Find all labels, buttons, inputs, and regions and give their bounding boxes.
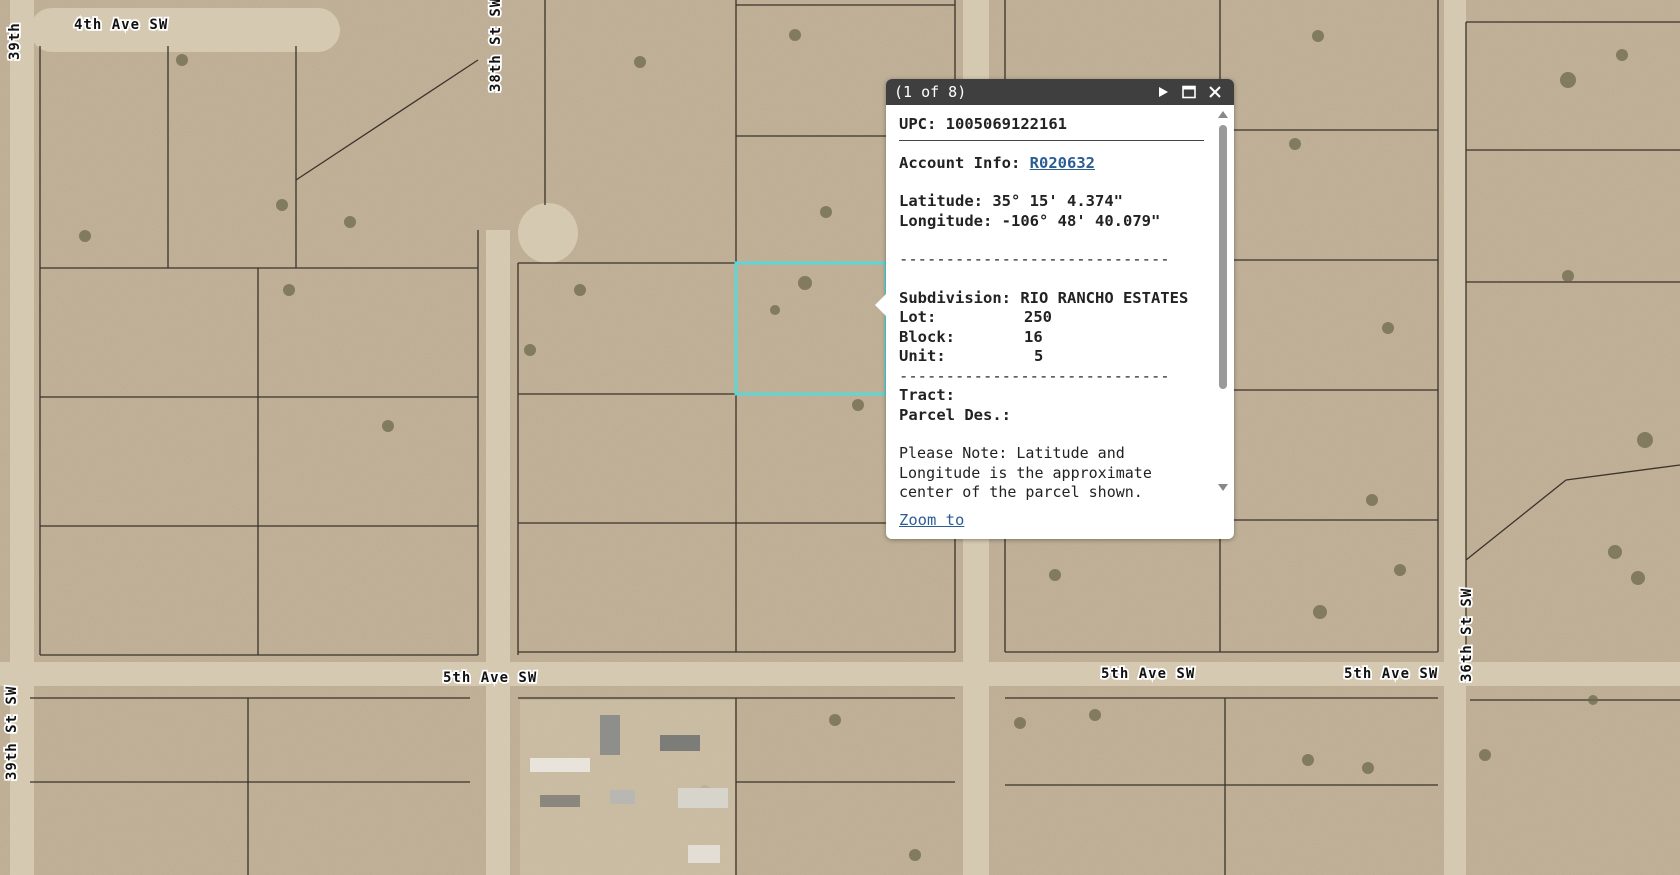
scrollbar-thumb[interactable] [1219,125,1227,389]
maximize-button[interactable] [1178,81,1200,103]
upc-label: UPC: [899,115,937,133]
coordinates-note: Please Note: Latitude and Longitude is t… [899,444,1152,501]
block-value: 16 [1024,327,1043,346]
subdivision-row: Subdivision: RIO RANCHO ESTATES [899,289,1204,309]
scroll-up-arrow-icon[interactable] [1218,111,1228,118]
upc-row: UPC: 1005069122161 [899,115,1204,135]
longitude-label: Longitude: [899,211,993,230]
next-feature-button[interactable] [1152,81,1174,103]
close-icon [1209,86,1221,98]
latitude-label: Latitude: [899,192,983,210]
parcel-des-label: Parcel Des.: [899,405,1011,424]
block-row: Block: 16 [899,328,1204,348]
latitude-value: 35° 15' 4.374" [992,192,1123,210]
popup-content: UPC: 1005069122161 Account Info: R020632… [899,115,1204,503]
tract-label: Tract: [899,386,955,404]
39th-st-top-label: 39th [7,22,23,60]
lot-label: Lot: [899,308,937,326]
divider-line [899,139,1204,141]
zoom-to-link[interactable]: Zoom to [899,511,964,529]
separator-2: ----------------------------- [899,366,1170,385]
account-link[interactable]: R020632 [1030,154,1095,172]
5th-ave-sw-label-2: 5th Ave SW [1101,666,1195,682]
aerial-map[interactable]: 4th Ave SW 38th St SW 39th 39th St SW 5t… [0,0,1680,875]
4th-ave-sw-label: 4th Ave SW [74,17,168,33]
terrain-texture [0,0,1680,875]
subdivision-value: RIO RANCHO ESTATES [1020,288,1189,307]
lot-row: Lot: 250 [899,308,1204,328]
5th-ave-sw-label-3: 5th Ave SW [1344,666,1438,682]
5th-ave-sw-label-1: 5th Ave SW [443,670,537,686]
subdivision-label: Subdivision: [899,288,1011,307]
separator-1: ----------------------------- [899,250,1170,268]
parcel-info-popup: (1 of 8) UPC: 1005069122161 Account Info… [875,79,1234,539]
popup-pointer [875,294,886,316]
39th-st-bottom-label: 39th St SW [4,686,20,780]
popup-body[interactable]: UPC: 1005069122161 Account Info: R020632… [886,105,1234,505]
popup-scrollbar[interactable] [1218,111,1228,491]
38th-st-label: 38th St SW [488,0,504,92]
maximize-icon [1182,85,1196,99]
popup-header: (1 of 8) [886,79,1234,105]
longitude-value: -106° 48' 40.079" [1001,211,1161,230]
popup-counter: (1 of 8) [894,83,967,101]
upc-value: 1005069122161 [945,115,1067,133]
scroll-down-arrow-icon[interactable] [1218,484,1228,491]
account-row: Account Info: R020632 [899,154,1204,174]
unit-label: Unit: [899,347,946,365]
play-icon [1159,87,1168,97]
unit-row: Unit: 5 [899,347,1204,367]
account-label: Account Info: [899,153,1021,172]
unit-value: 5 [1034,347,1044,365]
longitude-row: Longitude: -106° 48' 40.079" [899,212,1204,232]
junkyard [520,700,735,875]
lot-value: 250 [1024,308,1052,326]
block-label: Block: [899,327,955,346]
36th-st-label: 36th St SW [1459,588,1475,682]
close-button[interactable] [1204,81,1226,103]
latitude-row: Latitude: 35° 15' 4.374" [899,192,1204,212]
